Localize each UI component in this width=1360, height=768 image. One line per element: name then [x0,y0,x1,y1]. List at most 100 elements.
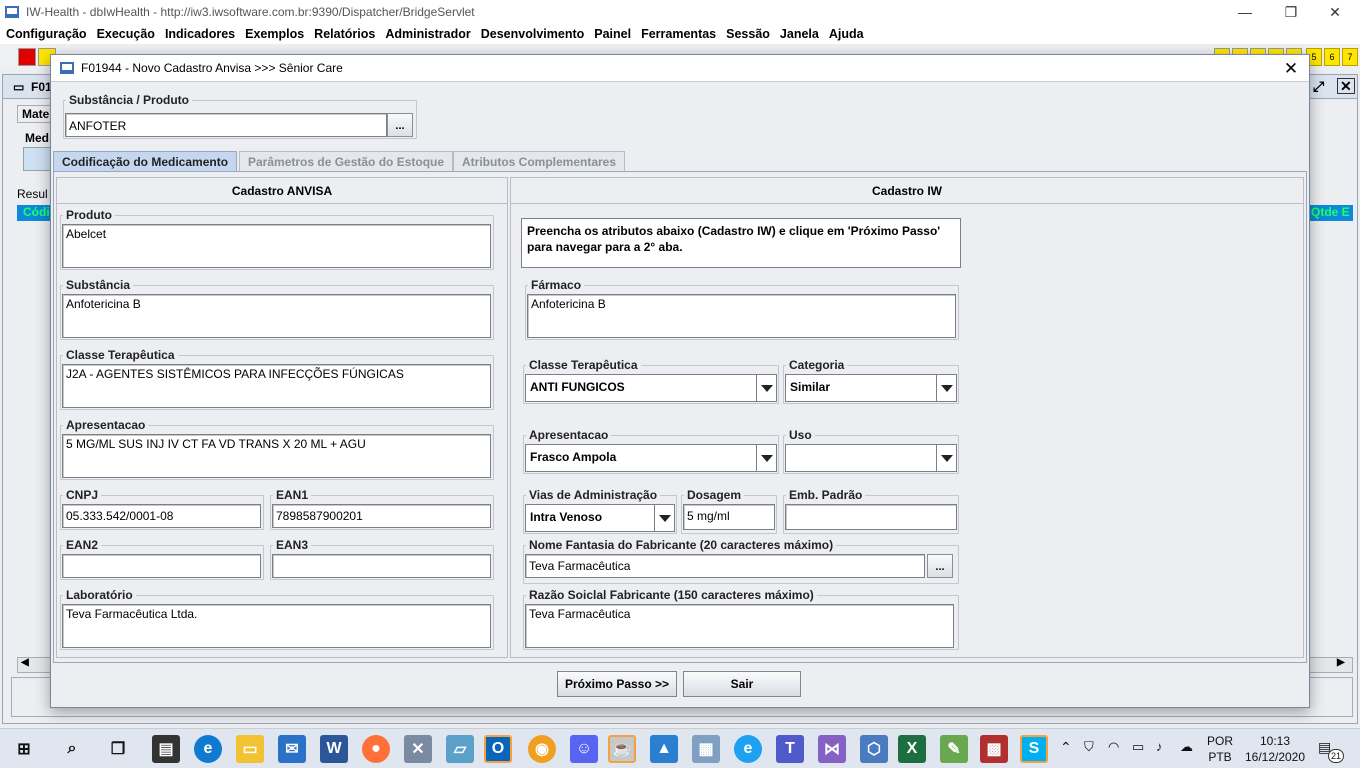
photos-icon[interactable]: ▲ [650,735,678,763]
apresentacao-field[interactable]: 5 MG/ML SUS INJ IV CT FA VD TRANS X 20 M… [62,434,491,478]
volume-icon[interactable]: ♪ [1156,739,1163,755]
note-app-icon[interactable]: ▱ [446,735,474,763]
indicator-6[interactable]: 6 [1324,48,1340,66]
clock[interactable]: 10:13 16/12/2020 [1240,733,1310,765]
sair-button[interactable]: Sair [683,671,801,697]
ean2-field[interactable] [62,554,261,578]
classe-iw-select[interactable]: ANTI FUNGICOS [525,374,777,402]
menu-execucao[interactable]: Execução [97,27,155,41]
menu-desenvolvimento[interactable]: Desenvolvimento [481,27,585,41]
laboratorio-label: Laboratório [66,588,133,602]
visual-studio-icon[interactable]: ⋈ [818,735,846,763]
classe-iw-value: ANTI FUNGICOS [530,380,625,394]
cadastro-iw-header: Cadastro IW [511,178,1303,204]
tab-codificacao[interactable]: Codificação do Medicamento [53,151,238,172]
menu-configuracao[interactable]: Configuração [6,27,87,41]
skype-icon[interactable]: S [1020,735,1048,763]
apresentacao-iw-select[interactable]: Frasco Ampola [525,444,777,472]
discord-icon[interactable]: ☺ [570,735,598,763]
editor-icon[interactable]: ✎ [940,735,968,763]
scroll-right-icon[interactable]: ▶ [1337,657,1345,668]
outlook-icon[interactable]: O [484,735,512,763]
fantasia-search-button[interactable]: ... [927,554,953,578]
tab-parametros[interactable]: Parâmetros de Gestão do Estoque [239,151,454,171]
excel-icon[interactable]: X [898,735,926,763]
menu-relatorios[interactable]: Relatórios [314,27,375,41]
restore-icon[interactable]: ⤢ [1313,78,1324,95]
security-icon[interactable]: ⛉ [1084,739,1094,755]
battery-icon[interactable]: ▭ [1132,739,1144,755]
menu-exemplos[interactable]: Exemplos [245,27,304,41]
language-indicator[interactable]: POR PTB [1206,733,1234,765]
chevron-down-icon[interactable] [936,375,956,401]
close-icon[interactable]: ✕ [1337,78,1355,94]
categoria-select[interactable]: Similar [785,374,957,402]
teams-icon[interactable]: T [776,735,804,763]
indicator-7[interactable]: 7 [1342,48,1358,66]
chrome-icon[interactable]: ◉ [528,735,556,763]
substancia-search-button[interactable]: ... [387,113,413,137]
archive-icon[interactable]: ▩ [980,735,1008,763]
store-icon[interactable]: ▤ [152,735,180,763]
cnpj-label: CNPJ [66,488,99,502]
wifi-icon[interactable]: ◠ [1108,739,1119,755]
firefox-icon[interactable]: ● [362,735,390,763]
cloud-icon[interactable]: ☁ [1180,739,1193,755]
scroll-left-icon[interactable]: ◀ [21,657,29,668]
notification-count: 21 [1328,749,1344,763]
dosagem-field[interactable]: 5 mg/ml [683,504,775,530]
farmaco-field[interactable]: Anfotericina B [527,294,956,338]
task-view-icon[interactable]: ❐ [104,735,132,763]
menu-painel[interactable]: Painel [594,27,631,41]
emb-field[interactable] [785,504,957,530]
box-app-icon[interactable]: ⬡ [860,735,888,763]
cnpj-field[interactable]: 05.333.542/0001-08 [62,504,261,528]
emb-label: Emb. Padrão [789,488,863,502]
apresentacao-iw-label: Apresentacao [529,428,609,442]
laboratorio-field[interactable]: Teva Farmacêutica Ltda. [62,604,491,648]
show-hidden-icons[interactable]: ⌃ [1060,739,1072,755]
produto-field[interactable]: Abelcet [62,224,491,268]
menu-ferramentas[interactable]: Ferramentas [641,27,716,41]
mail-icon[interactable]: ✉ [278,735,306,763]
dialog-close-icon[interactable]: ✕ [1281,59,1301,79]
windows-start-icon[interactable]: ⊞ [10,735,38,763]
search-icon[interactable]: ⌕ [58,735,86,763]
menu-administrador[interactable]: Administrador [385,27,470,41]
classe-terapeutica-field[interactable]: J2A - AGENTES SISTÊMICOS PARA INFECÇÕES … [62,364,491,408]
edge-icon[interactable]: e [194,735,222,763]
menu-janela[interactable]: Janela [780,27,819,41]
fantasia-field[interactable]: Teva Farmacêutica [525,554,925,578]
java-app-icon[interactable]: ☕ [608,735,636,763]
ean3-field[interactable] [272,554,491,578]
grid-header-codigo[interactable]: Códig [17,205,57,221]
menu-ajuda[interactable]: Ajuda [829,27,864,41]
chevron-down-icon[interactable] [936,445,956,471]
substancia-field[interactable]: Anfotericina B [62,294,491,338]
razao-field[interactable]: Teva Farmacêutica [525,604,954,648]
uso-select[interactable] [785,444,957,472]
chevron-down-icon[interactable] [756,375,776,401]
chevron-down-icon[interactable] [654,505,674,531]
dosagem-label: Dosagem [687,488,742,502]
minimize-button[interactable]: — [1222,0,1268,24]
ean1-field[interactable]: 7898587900201 [272,504,491,528]
menu-sessao[interactable]: Sessão [726,27,770,41]
app-icon [5,6,19,18]
file-explorer-icon[interactable]: ▭ [236,735,264,763]
grid-header-qtde[interactable]: Qtde E [1309,205,1353,221]
substancia-produto-input[interactable]: ANFOTER [65,113,387,137]
maximize-button[interactable]: ❐ [1268,0,1314,24]
word-icon[interactable]: W [320,735,348,763]
chevron-down-icon[interactable] [756,445,776,471]
monitor-icon[interactable]: ▦ [692,735,720,763]
tab-atributos[interactable]: Atributos Complementares [453,151,626,171]
vias-select[interactable]: Intra Venoso [525,504,675,532]
ie-icon[interactable]: e [734,735,762,763]
network-tool-icon[interactable]: ✕ [404,735,432,763]
red-status-icon[interactable] [18,48,36,66]
menu-indicadores[interactable]: Indicadores [165,27,235,41]
categoria-value: Similar [790,380,831,394]
close-button[interactable]: ✕ [1312,0,1358,24]
proximo-passo-button[interactable]: Próximo Passo >> [557,671,677,697]
